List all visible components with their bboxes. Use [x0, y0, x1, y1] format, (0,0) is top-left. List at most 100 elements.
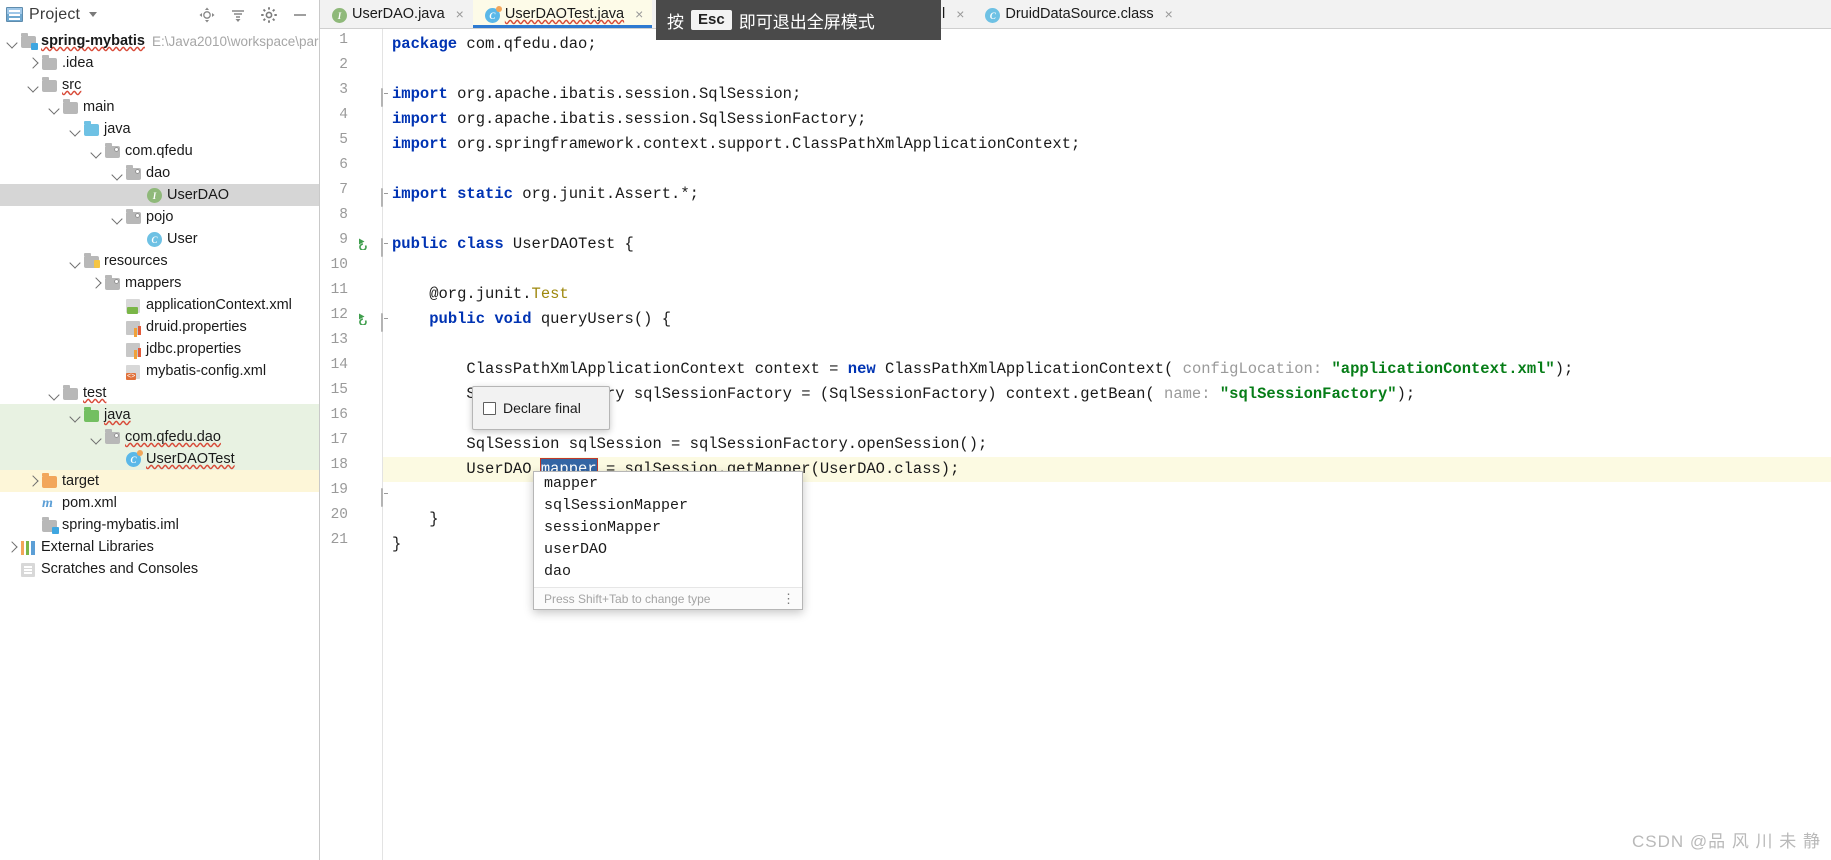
- chevron-down-icon[interactable]: [110, 206, 124, 228]
- run-test-gutter-icon[interactable]: [355, 311, 369, 326]
- code-token: org.apache.ibatis.session.SqlSession;: [447, 85, 802, 103]
- chevron-down-icon[interactable]: [68, 118, 82, 140]
- code-token: queryUsers() {: [531, 310, 672, 328]
- close-icon[interactable]: ×: [456, 7, 464, 21]
- editor-tab-userdao-java[interactable]: I UserDAO.java ×: [320, 0, 473, 28]
- autocomplete-list[interactable]: mapper sqlSessionMapper sessionMapper userD…: [534, 472, 802, 587]
- chevron-down-icon[interactable]: [47, 96, 61, 118]
- declare-final-popup[interactable]: Declare final: [472, 386, 610, 430]
- code-line[interactable]: }: [392, 507, 438, 532]
- tree-node-mappers[interactable]: mappers: [0, 272, 319, 294]
- code-line[interactable]: import static org.junit.Assert.*;: [392, 182, 699, 207]
- gear-icon[interactable]: [260, 6, 278, 24]
- libraries-icon: [19, 538, 37, 556]
- code-line[interactable]: import org.apache.ibatis.session.SqlSess…: [392, 82, 801, 107]
- chevron-down-icon[interactable]: [110, 162, 124, 184]
- chevron-down-icon[interactable]: [47, 382, 61, 404]
- code-line[interactable]: public class UserDAOTest {: [392, 232, 634, 257]
- autocomplete-item[interactable]: userDAO: [534, 541, 802, 563]
- editor-code-area[interactable]: package com.qfedu.dao; import org.apache.…: [383, 29, 1831, 860]
- line-number: 17: [330, 432, 348, 448]
- tree-node-java[interactable]: java: [0, 118, 319, 140]
- tree-node-dao[interactable]: dao: [0, 162, 319, 184]
- module-folder-icon: [19, 32, 38, 50]
- code-line[interactable]: import org.apache.ibatis.session.SqlSess…: [392, 107, 866, 132]
- tree-node-com-qfedu-dao[interactable]: com.qfedu.dao: [0, 426, 319, 448]
- tree-node-pojo[interactable]: pojo: [0, 206, 319, 228]
- run-test-gutter-icon[interactable]: [355, 236, 369, 251]
- chevron-down-icon[interactable]: [26, 74, 40, 96]
- tree-node-java[interactable]: java: [0, 404, 319, 426]
- kebab-menu-icon[interactable]: ⋮: [782, 592, 796, 605]
- tree-node-userdaotest[interactable]: C UserDAOTest: [0, 448, 319, 470]
- autocomplete-item[interactable]: mapper: [534, 475, 802, 497]
- code-line[interactable]: SqlSession sqlSession = sqlSessionFactor…: [392, 432, 987, 457]
- interface-icon: I: [330, 6, 347, 23]
- tree-node-target[interactable]: target: [0, 470, 319, 492]
- code-line[interactable]: ClassPathXmlApplicationContext context =…: [392, 357, 1573, 382]
- close-icon[interactable]: ×: [635, 7, 643, 21]
- collapse-all-icon[interactable]: [229, 6, 247, 24]
- tree-node-resources[interactable]: resources: [0, 250, 319, 272]
- autocomplete-popup[interactable]: mapper sqlSessionMapper sessionMapper userD…: [533, 471, 803, 610]
- code-editor[interactable]: 1 2 3 4 5 6 7 8 9 10 11 12 13 14 15 16 17 18 19 20 21 packag…: [320, 29, 1831, 860]
- tree-node-label: dao: [146, 165, 171, 181]
- test-source-folder-icon: [82, 406, 100, 424]
- chevron-down-icon[interactable]: [68, 404, 82, 426]
- autocomplete-item[interactable]: dao: [534, 563, 802, 585]
- tree-node-label: com.qfedu.dao: [125, 429, 221, 445]
- tree-node-scratches-and-consoles[interactable]: Scratches and Consoles: [0, 558, 319, 580]
- tree-node-user[interactable]: C User: [0, 228, 319, 250]
- editor-gutter[interactable]: 1 2 3 4 5 6 7 8 9 10 11 12 13 14 15 16 17 18 19 20 21: [320, 29, 383, 860]
- tree-node-external-libraries[interactable]: External Libraries: [0, 536, 319, 558]
- code-line[interactable]: import org.springframework.context.suppo…: [392, 132, 1080, 157]
- tree-node-mybatis-config-xml[interactable]: mybatis-config.xml: [0, 360, 319, 382]
- chevron-down-icon[interactable]: [89, 140, 103, 162]
- close-icon[interactable]: ×: [956, 7, 964, 21]
- code-line[interactable]: }: [392, 532, 401, 557]
- tree-node-src[interactable]: src: [0, 74, 319, 96]
- chevron-down-icon[interactable]: [89, 12, 98, 17]
- chevron-right-icon[interactable]: [26, 52, 40, 74]
- chevron-down-icon[interactable]: [68, 250, 82, 272]
- tree-node-com-qfedu[interactable]: com.qfedu: [0, 140, 319, 162]
- autocomplete-hint: Press Shift+Tab to change type: [544, 591, 711, 606]
- hide-panel-icon[interactable]: [291, 6, 309, 24]
- code-token: import: [392, 85, 448, 103]
- tree-node-druid-properties[interactable]: druid.properties: [0, 316, 319, 338]
- tree-node-idea[interactable]: .idea: [0, 52, 319, 74]
- code-token: org.springframework.context.support.Clas…: [447, 135, 1081, 153]
- tree-node-label: .idea: [62, 55, 94, 71]
- declare-final-checkbox[interactable]: [483, 401, 496, 415]
- close-icon[interactable]: ×: [1165, 7, 1173, 21]
- code-token: SqlSession sqlSession = sqlSessionFactor…: [392, 435, 988, 453]
- tree-node-applicationcontext-xml[interactable]: applicationContext.xml: [0, 294, 319, 316]
- tree-node-pom-xml[interactable]: m pom.xml: [0, 492, 319, 514]
- code-line[interactable]: public void queryUsers() {: [392, 307, 671, 332]
- code-line[interactable]: @org.junit.Test: [392, 282, 569, 307]
- tree-node-test[interactable]: test: [0, 382, 319, 404]
- project-tree[interactable]: spring-mybatis E:\Java2010\workspace\par.…: [0, 30, 319, 860]
- tree-node-label: spring-mybatis.iml: [62, 517, 179, 533]
- editor-tab-userdaotest-java[interactable]: C UserDAOTest.java ×: [472, 0, 653, 28]
- tree-node-jdbc-properties[interactable]: jdbc.properties: [0, 338, 319, 360]
- locate-icon[interactable]: [198, 6, 216, 24]
- tree-node-spring-mybatis-iml[interactable]: spring-mybatis.iml: [0, 514, 319, 536]
- autocomplete-item[interactable]: sessionMapper: [534, 519, 802, 541]
- project-panel-title[interactable]: Project: [29, 6, 80, 24]
- code-token: name:: [1164, 385, 1211, 403]
- tree-node-spring-mybatis[interactable]: spring-mybatis E:\Java2010\workspace\par: [0, 30, 319, 52]
- code-line[interactable]: package com.qfedu.dao;: [392, 32, 597, 57]
- chevron-down-icon[interactable]: [89, 426, 103, 448]
- editor-tab-druiddatasource-class[interactable]: C DruidDataSource.class ×: [973, 0, 1182, 28]
- tree-node-userdao[interactable]: I UserDAO: [0, 184, 319, 206]
- chevron-right-icon[interactable]: [89, 272, 103, 294]
- chevron-down-icon[interactable]: [5, 30, 19, 52]
- chevron-right-icon[interactable]: [26, 470, 40, 492]
- folder-icon: [40, 76, 58, 94]
- chevron-right-icon[interactable]: [5, 536, 19, 558]
- tree-node-main[interactable]: main: [0, 96, 319, 118]
- autocomplete-item[interactable]: sqlSessionMapper: [534, 497, 802, 519]
